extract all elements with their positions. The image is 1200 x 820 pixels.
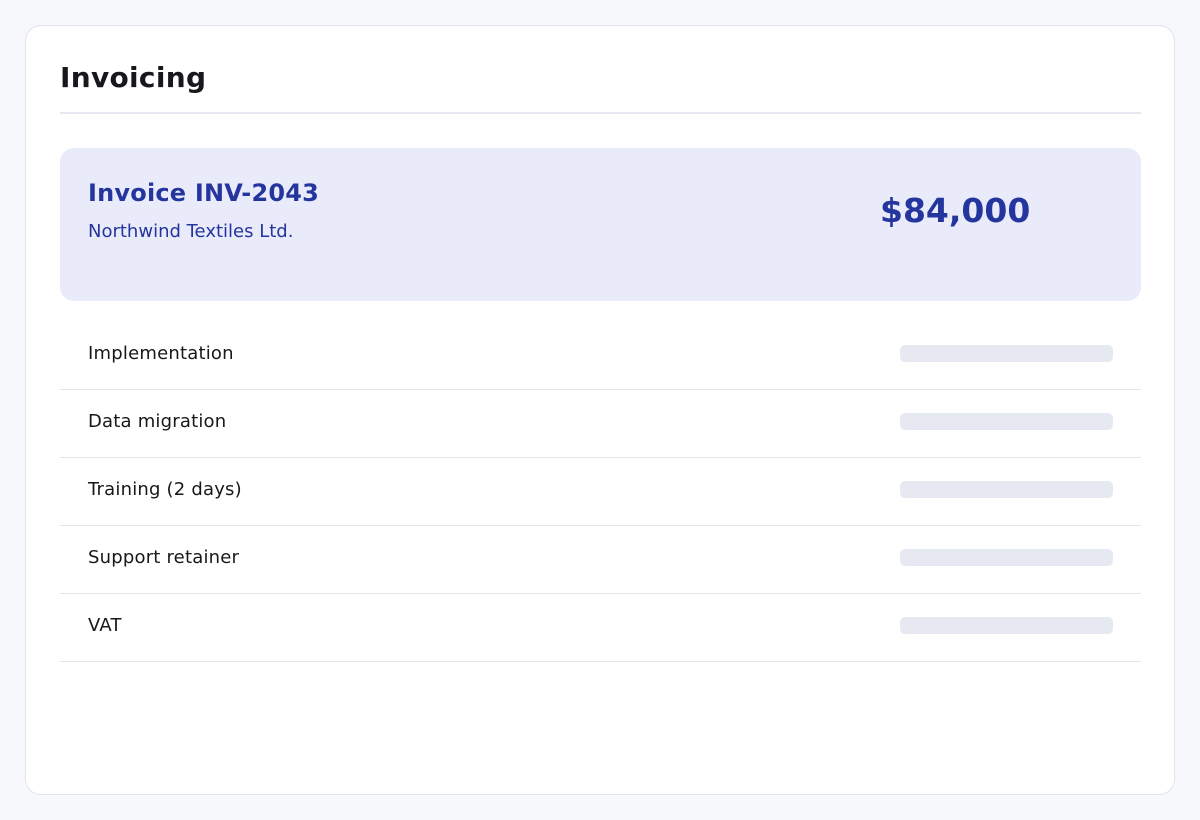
value-placeholder	[900, 413, 1113, 430]
title-divider	[60, 112, 1141, 114]
line-item: Implementation	[60, 322, 1141, 390]
line-item-label: Data migration	[88, 411, 227, 432]
line-item: Support retainer	[60, 526, 1141, 594]
page-title: Invoicing	[60, 61, 207, 94]
line-item-label: Training (2 days)	[88, 479, 242, 500]
line-item-label: Support retainer	[88, 547, 240, 568]
line-items: Implementation Data migration Training (…	[60, 322, 1141, 662]
line-item: Training (2 days)	[60, 458, 1141, 526]
invoice-card: Invoicing Invoice INV-2043 Northwind Tex…	[25, 25, 1175, 795]
line-item: VAT	[60, 594, 1141, 662]
value-placeholder	[900, 617, 1113, 634]
line-item-label: VAT	[88, 615, 122, 636]
customer-name: Northwind Textiles Ltd.	[88, 221, 294, 242]
invoice-summary: Invoice INV-2043 Northwind Textiles Ltd.…	[60, 148, 1141, 301]
value-placeholder	[900, 549, 1113, 566]
invoice-id: Invoice INV-2043	[88, 179, 320, 207]
line-item-label: Implementation	[88, 343, 234, 364]
invoice-total: $84,000	[880, 191, 1031, 230]
value-placeholder	[900, 481, 1113, 498]
line-item: Data migration	[60, 390, 1141, 458]
value-placeholder	[900, 345, 1113, 362]
